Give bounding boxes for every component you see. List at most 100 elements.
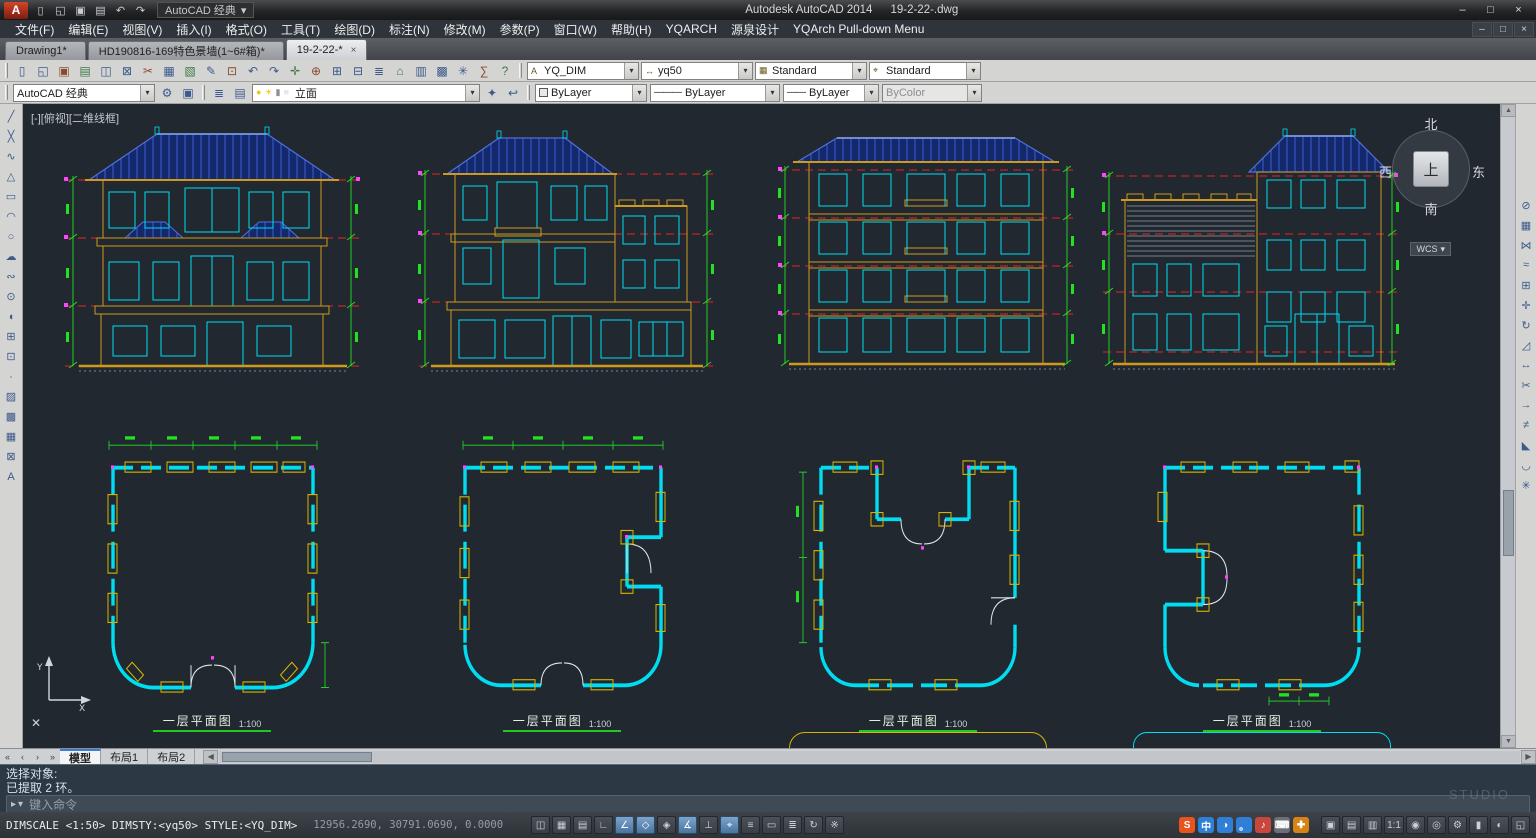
horizontal-scroll-thumb[interactable] xyxy=(222,752,372,762)
make-block-tool[interactable]: ⊡ xyxy=(2,347,21,366)
elevation-drawing-1[interactable] xyxy=(61,116,363,410)
layout2-tab[interactable]: 布局2 xyxy=(148,749,195,764)
ucs-icon[interactable]: Y X xyxy=(35,654,91,712)
rectangle-tool[interactable]: ▭ xyxy=(2,187,21,206)
tool-palettes-button[interactable]: ▥ xyxy=(411,61,431,80)
construction-line-tool[interactable]: ╳ xyxy=(2,127,21,146)
scroll-up-icon[interactable]: ▲ xyxy=(1501,104,1516,117)
tab-close-icon[interactable]: × xyxy=(351,45,357,56)
qat-open-button[interactable]: ◱ xyxy=(51,2,70,19)
layout1-tab[interactable]: 布局1 xyxy=(101,749,148,764)
new-button[interactable]: ▯ xyxy=(12,61,32,80)
toolbar-grip[interactable] xyxy=(519,63,522,78)
menu-item[interactable]: YQArch Pull-down Menu xyxy=(786,20,931,38)
floor-plan-1-drawing[interactable] xyxy=(79,434,345,710)
qat-save-button[interactable]: ▣ xyxy=(71,2,90,19)
clean-screen-button[interactable]: ◱ xyxy=(1511,816,1530,834)
file-tab-19-2-22[interactable]: 19-2-22-* × xyxy=(286,39,368,60)
plot-preview-button[interactable]: ◫ xyxy=(96,61,116,80)
scroll-left-icon[interactable]: ◀ xyxy=(203,750,218,764)
vertical-scrollbar[interactable]: ▲ ▼ xyxy=(1500,104,1515,748)
isolate-objects-button[interactable]: ◐ xyxy=(1490,816,1509,834)
floor-plan-1[interactable]: 一层平面图 1:100 xyxy=(79,434,345,732)
layer-properties-button[interactable]: ≣ xyxy=(209,83,229,102)
next-layout-button[interactable]: › xyxy=(30,749,45,764)
arc-tool[interactable]: ◠ xyxy=(2,207,21,226)
floor-plan-3-drawing[interactable] xyxy=(785,434,1051,710)
floor-plan-4-drawing[interactable] xyxy=(1129,434,1395,710)
annotation-monitor-toggle[interactable]: ※ xyxy=(825,816,844,834)
doc-close-button[interactable]: × xyxy=(1514,22,1534,37)
quick-view-drawings-button[interactable]: ▥ xyxy=(1363,816,1382,834)
floor-plan-2-drawing[interactable] xyxy=(429,434,695,710)
plan-title-1[interactable]: 一层平面图 1:100 xyxy=(153,712,272,732)
lineweight-combo[interactable]: —— ByLayer ▾ xyxy=(783,84,879,102)
file-tab-drawing1[interactable]: Drawing1* xyxy=(5,41,86,60)
design-center-button[interactable]: ⌂ xyxy=(390,61,410,80)
region-tool[interactable]: ▦ xyxy=(2,427,21,446)
redo-button[interactable]: ↷ xyxy=(264,61,284,80)
publish-button[interactable]: ⊠ xyxy=(117,61,137,80)
help-button[interactable]: ? xyxy=(495,61,515,80)
menu-item[interactable]: 工具(T) xyxy=(274,20,327,38)
lineweight-display-toggle[interactable]: ≡ xyxy=(741,816,760,834)
compass-east-label[interactable]: 东 xyxy=(1472,162,1485,181)
properties-button[interactable]: ≣ xyxy=(369,61,389,80)
gradient-tool[interactable]: ▩ xyxy=(2,407,21,426)
plot-style-combo[interactable]: ByColor ▾ xyxy=(882,84,982,102)
floor-plan-2[interactable]: 一层平面图 1:100 xyxy=(429,434,695,732)
polar-tracking-toggle[interactable]: ∠ xyxy=(615,816,634,834)
zoom-realtime-button[interactable]: ⊕ xyxy=(306,61,326,80)
horizontal-scrollbar[interactable]: ◀ ▶ xyxy=(203,749,1536,764)
qat-undo-button[interactable]: ↶ xyxy=(111,2,130,19)
chevron-down-icon[interactable]: ▾ xyxy=(864,85,878,101)
menu-item[interactable]: 格式(O) xyxy=(219,20,274,38)
break-tool[interactable]: ≠ xyxy=(1517,416,1535,434)
layer-color-icon[interactable]: ■ xyxy=(283,87,288,98)
spline-tool[interactable]: ∾ xyxy=(2,267,21,286)
copy-button[interactable]: ▦ xyxy=(159,61,179,80)
viewcube-top-face[interactable]: 上 xyxy=(1413,151,1449,187)
menu-item[interactable]: 绘图(D) xyxy=(327,20,382,38)
annotation-visibility-button[interactable]: ◉ xyxy=(1406,816,1425,834)
layer-on-icon[interactable]: ● xyxy=(256,87,261,98)
partial-drawing-2[interactable] xyxy=(1133,732,1391,748)
undo-button[interactable]: ↶ xyxy=(243,61,263,80)
workspace-combo[interactable]: AutoCAD 经典 ▾ xyxy=(13,84,155,102)
ellipse-tool[interactable]: ⊙ xyxy=(2,287,21,306)
doc-minimize-button[interactable]: – xyxy=(1472,22,1492,37)
zoom-previous-button[interactable]: ⊟ xyxy=(348,61,368,80)
compass-west-label[interactable]: 西 xyxy=(1379,162,1392,181)
save-button[interactable]: ▣ xyxy=(54,61,74,80)
copy-tool[interactable]: ▦ xyxy=(1517,216,1535,234)
color-combo[interactable]: ByLayer ▾ xyxy=(535,84,647,102)
command-input[interactable]: ▸▾ 键入命令 xyxy=(6,795,1530,813)
hatch-tool[interactable]: ▨ xyxy=(2,387,21,406)
menu-item[interactable]: 帮助(H) xyxy=(604,20,659,38)
chamfer-tool[interactable]: ◣ xyxy=(1517,436,1535,454)
menu-item[interactable]: 源泉设计 xyxy=(724,20,786,38)
block-editor-button[interactable]: ⊡ xyxy=(222,61,242,80)
paste-button[interactable]: ▧ xyxy=(180,61,200,80)
ortho-toggle[interactable]: ∟ xyxy=(594,816,613,834)
file-tab-hd190816[interactable]: HD190816-169特色景墙(1~6#箱)* xyxy=(88,41,284,60)
toolbar-lock-button[interactable]: ▮ xyxy=(1469,816,1488,834)
workspace-settings-button[interactable]: ⚙ xyxy=(157,83,177,102)
compass-north-label[interactable]: 北 xyxy=(1424,114,1437,133)
qat-new-button[interactable]: ▯ xyxy=(31,2,50,19)
open-button[interactable]: ◱ xyxy=(33,61,53,80)
transparency-toggle[interactable]: ▭ xyxy=(762,816,781,834)
line-tool[interactable]: ╱ xyxy=(2,107,21,126)
polygon-tool[interactable]: △ xyxy=(2,167,21,186)
toolbar-grip[interactable] xyxy=(527,85,530,100)
qat-redo-button[interactable]: ↷ xyxy=(131,2,150,19)
chevron-down-icon[interactable]: ▾ xyxy=(140,85,154,101)
dim-style-combo[interactable]: ↔ yq50 ▾ xyxy=(641,62,753,80)
plot-button[interactable]: ▤ xyxy=(75,61,95,80)
zoom-window-button[interactable]: ⊞ xyxy=(327,61,347,80)
workspace-switching-button[interactable]: ⚙ xyxy=(1448,816,1467,834)
cut-button[interactable]: ✂ xyxy=(138,61,158,80)
full-half-width-icon[interactable]: ◑ xyxy=(1217,817,1233,833)
erase-tool[interactable]: ⊘ xyxy=(1517,196,1535,214)
annotation-autoscale-button[interactable]: ◎ xyxy=(1427,816,1446,834)
